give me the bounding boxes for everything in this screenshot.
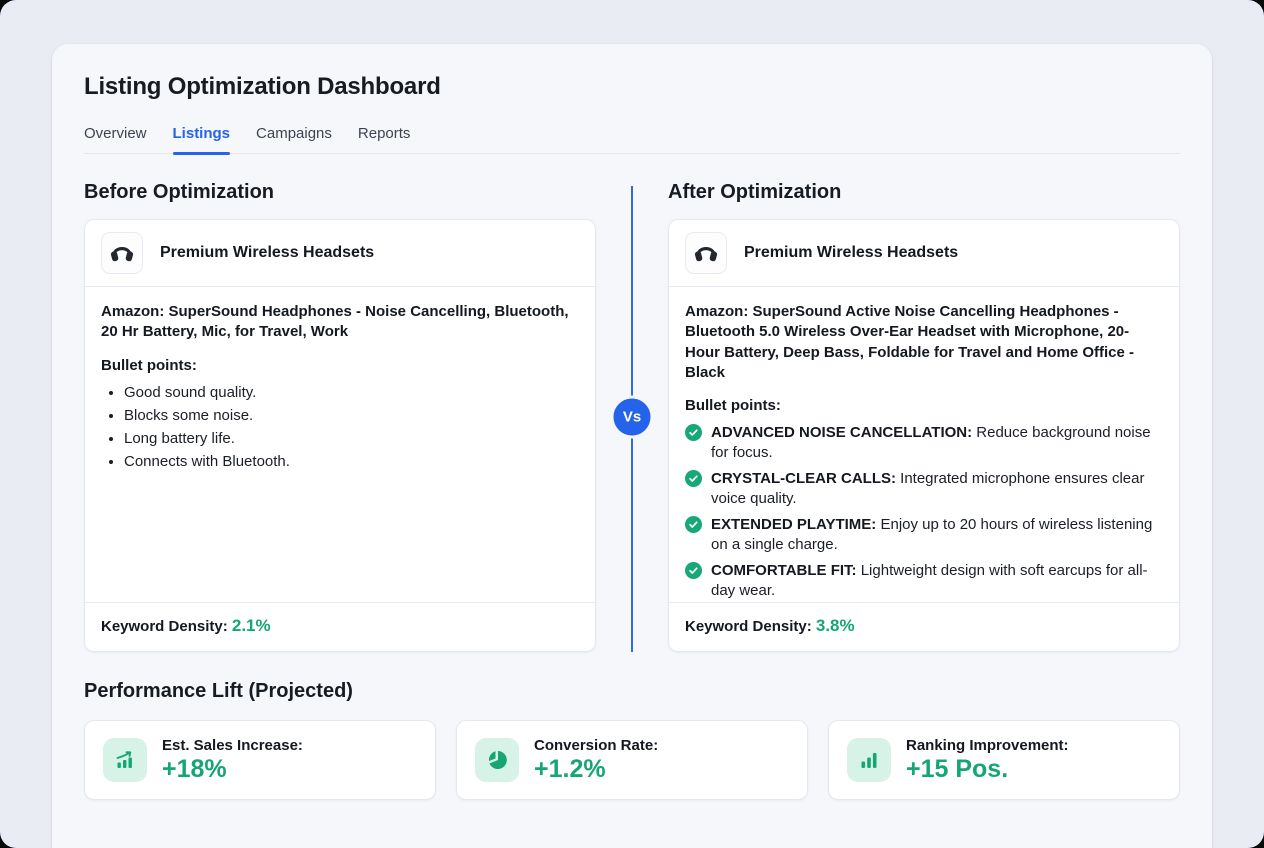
metric-value: +18% bbox=[162, 755, 303, 784]
bullet-item: CRYSTAL-CLEAR CALLS: Integrated micropho… bbox=[685, 469, 1163, 509]
metric-card-sales: Est. Sales Increase: +18% bbox=[84, 720, 436, 800]
before-bullet-list: Good sound quality. Blocks some noise. L… bbox=[101, 382, 579, 473]
after-column: After Optimization Pr bbox=[668, 181, 1180, 652]
bullet-item: ADVANCED NOISE CANCELLATION: Reduce back… bbox=[685, 423, 1163, 463]
bullet-item: COMFORTABLE FIT: Lightweight design with… bbox=[685, 561, 1163, 601]
before-card-body: Amazon: SuperSound Headphones - Noise Ca… bbox=[85, 287, 595, 602]
before-card-footer: Keyword Density: 2.1% bbox=[85, 602, 595, 651]
metric-card-conversion: Conversion Rate: +1.2% bbox=[456, 720, 808, 800]
after-listing-title: Amazon: SuperSound Active Noise Cancelli… bbox=[685, 302, 1163, 383]
dashboard-card: Listing Optimization Dashboard Overview … bbox=[52, 44, 1212, 848]
bullet-item: Good sound quality. bbox=[124, 382, 579, 404]
metric-label: Est. Sales Increase: bbox=[162, 737, 303, 754]
before-card-header: Premium Wireless Headsets bbox=[85, 220, 595, 287]
tab-reports[interactable]: Reports bbox=[358, 125, 411, 153]
metric-label: Conversion Rate: bbox=[534, 737, 658, 754]
headphones-icon bbox=[105, 234, 139, 273]
after-card-footer: Keyword Density: 3.8% bbox=[669, 602, 1179, 651]
tab-campaigns[interactable]: Campaigns bbox=[256, 125, 332, 153]
app-window: Listing Optimization Dashboard Overview … bbox=[0, 0, 1264, 848]
check-circle-icon bbox=[685, 470, 702, 509]
after-card-header: Premium Wireless Headsets bbox=[669, 220, 1179, 287]
keyword-density-value: 2.1% bbox=[232, 616, 271, 635]
bullet-item: Connects with Bluetooth. bbox=[124, 451, 579, 473]
vs-badge: Vs bbox=[611, 395, 654, 438]
vs-divider-column: Vs bbox=[596, 181, 668, 652]
check-circle-icon bbox=[685, 562, 702, 601]
after-listing-card: Premium Wireless Headsets Amazon: SuperS… bbox=[668, 219, 1180, 652]
trending-up-chart-icon bbox=[103, 738, 147, 782]
before-column: Before Optimization P bbox=[84, 181, 596, 652]
bullet-item: Blocks some noise. bbox=[124, 405, 579, 427]
tab-bar: Overview Listings Campaigns Reports bbox=[84, 125, 1180, 154]
metric-label: Ranking Improvement: bbox=[906, 737, 1069, 754]
bar-chart-icon bbox=[847, 738, 891, 782]
before-listing-title: Amazon: SuperSound Headphones - Noise Ca… bbox=[101, 302, 579, 343]
tab-overview[interactable]: Overview bbox=[84, 125, 147, 153]
tab-listings[interactable]: Listings bbox=[173, 125, 231, 153]
keyword-density-value: 3.8% bbox=[816, 616, 855, 635]
metric-value: +15 Pos. bbox=[906, 755, 1069, 784]
product-image bbox=[685, 232, 727, 274]
keyword-density-label: Keyword Density: bbox=[101, 618, 228, 635]
metrics-row: Est. Sales Increase: +18% Conversion Rat… bbox=[84, 720, 1180, 800]
bullet-item: Long battery life. bbox=[124, 428, 579, 450]
performance-heading: Performance Lift (Projected) bbox=[84, 680, 1180, 703]
before-heading: Before Optimization bbox=[84, 181, 596, 204]
product-image bbox=[101, 232, 143, 274]
bullet-item: EXTENDED PLAYTIME: Enjoy up to 20 hours … bbox=[685, 515, 1163, 555]
after-heading: After Optimization bbox=[668, 181, 1180, 204]
pie-chart-icon bbox=[475, 738, 519, 782]
after-bullets-label: Bullet points: bbox=[685, 397, 1163, 414]
keyword-density-label: Keyword Density: bbox=[685, 618, 812, 635]
check-circle-icon bbox=[685, 424, 702, 463]
headphones-icon bbox=[689, 234, 723, 273]
before-bullets-label: Bullet points: bbox=[101, 357, 579, 374]
after-bullet-list: ADVANCED NOISE CANCELLATION: Reduce back… bbox=[685, 423, 1163, 602]
metric-value: +1.2% bbox=[534, 755, 658, 784]
before-product-name: Premium Wireless Headsets bbox=[160, 244, 374, 262]
metric-card-ranking: Ranking Improvement: +15 Pos. bbox=[828, 720, 1180, 800]
page-title: Listing Optimization Dashboard bbox=[84, 44, 1180, 101]
comparison-section: Before Optimization P bbox=[84, 181, 1180, 652]
before-listing-card: Premium Wireless Headsets Amazon: SuperS… bbox=[84, 219, 596, 652]
after-card-body: Amazon: SuperSound Active Noise Cancelli… bbox=[669, 287, 1179, 602]
after-product-name: Premium Wireless Headsets bbox=[744, 244, 958, 262]
check-circle-icon bbox=[685, 516, 702, 555]
